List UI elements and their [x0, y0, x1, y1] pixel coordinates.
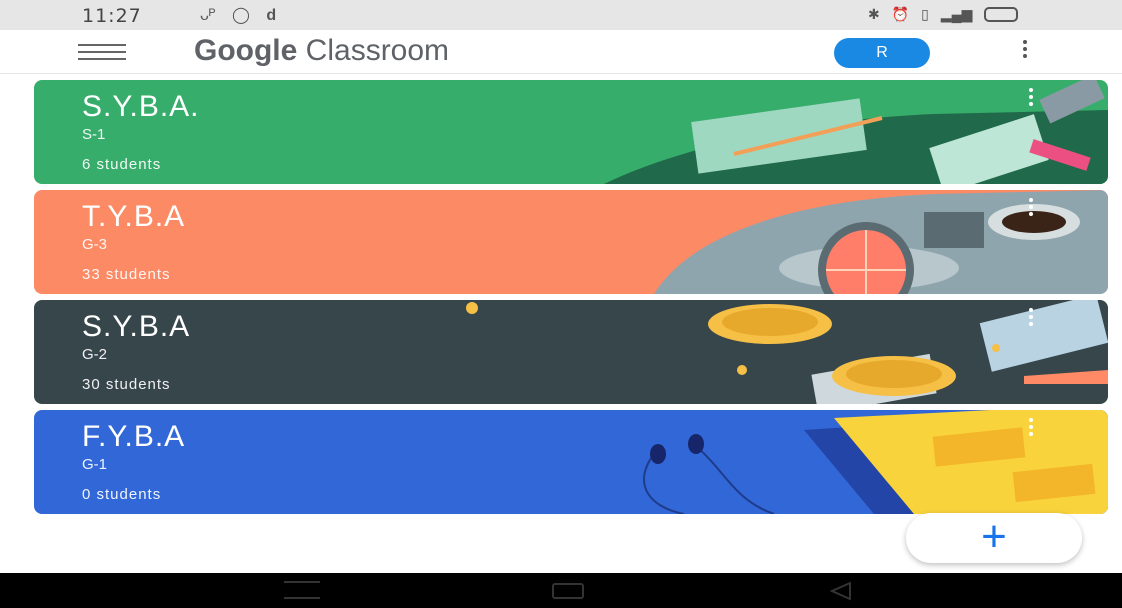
vibrate-icon: ▯ — [921, 6, 929, 22]
status-time: 11:27 — [82, 5, 142, 27]
status-bar: 11:27 ᴗᴾ ◯ d ✱ ⏰ ▯ ▂▄▆ — [0, 0, 1122, 30]
menu-nav-icon[interactable] — [284, 581, 320, 599]
class-options-icon[interactable] — [1026, 308, 1036, 330]
headphones-illustration — [643, 410, 1108, 514]
app-title-product: Classroom — [297, 34, 450, 67]
class-name: S.Y.B.A — [82, 310, 191, 343]
alarm-icon: ⏰ — [891, 6, 910, 22]
app-title-brand: Google — [194, 34, 298, 67]
student-count: 0 students — [82, 486, 162, 503]
class-name: F.Y.B.A — [82, 420, 186, 453]
home-nav-icon[interactable] — [552, 583, 584, 599]
class-card[interactable]: T.Y.B.A G-3 33 students — [34, 190, 1108, 294]
class-options-icon[interactable] — [1026, 418, 1036, 440]
class-options-icon[interactable] — [1026, 198, 1036, 220]
add-class-button[interactable]: + — [906, 513, 1082, 563]
battery-icon — [984, 7, 1019, 22]
class-section: G-3 — [82, 236, 108, 253]
system-icons: ✱ ⏰ ▯ ▂▄▆ — [868, 6, 1019, 23]
class-card[interactable]: S.Y.B.A G-2 30 students — [34, 300, 1108, 404]
menu-icon[interactable] — [78, 44, 126, 62]
class-name: S.Y.B.A. — [82, 90, 200, 123]
student-count: 30 students — [82, 376, 171, 393]
class-card[interactable]: F.Y.B.A G-1 0 students — [34, 410, 1108, 514]
class-section: S-1 — [82, 126, 106, 143]
class-section: G-1 — [82, 456, 108, 473]
app-title: Google Classroom — [194, 34, 449, 68]
coins-illustration — [466, 300, 1108, 404]
d-app-icon: d — [266, 7, 277, 24]
app-bar: Google Classroom R — [0, 30, 1122, 74]
coffee-illustration — [654, 190, 1108, 294]
class-card[interactable]: S.Y.B.A. S-1 6 students — [34, 80, 1108, 184]
vodafone-icon: ᴗᴾ — [200, 7, 216, 24]
navigation-bar — [0, 573, 1122, 608]
more-options-icon[interactable] — [1020, 40, 1030, 64]
class-name: T.Y.B.A — [82, 200, 186, 233]
student-count: 33 students — [82, 266, 171, 283]
bluetooth-icon: ✱ — [868, 6, 880, 22]
signal-icon: ▂▄▆ — [940, 6, 973, 22]
notification-icons: ᴗᴾ ◯ d — [200, 5, 288, 25]
class-options-icon[interactable] — [1026, 88, 1036, 110]
back-nav-icon[interactable] — [830, 581, 852, 601]
student-count: 6 students — [82, 156, 162, 173]
account-avatar[interactable]: R — [834, 38, 930, 68]
whatsapp-icon: ◯ — [232, 7, 250, 24]
class-section: G-2 — [82, 346, 108, 363]
